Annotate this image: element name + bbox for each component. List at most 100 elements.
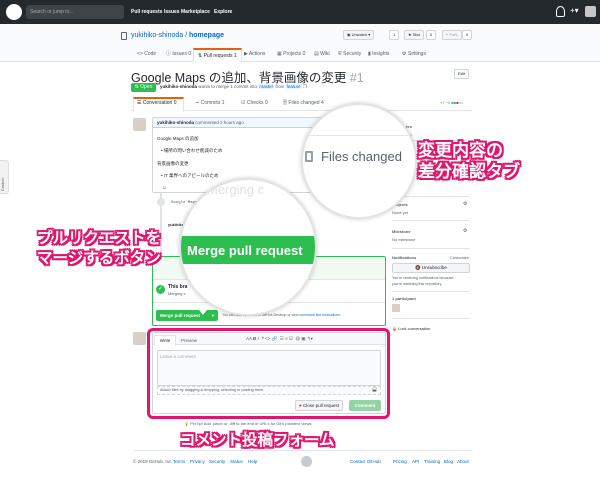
pr-tab-conversation[interactable]: ☰ Conversation 0	[137, 100, 177, 106]
footer-pricing[interactable]: Pricing	[393, 459, 407, 464]
head-branch[interactable]: feature	[285, 84, 302, 89]
tab-issues-label: Issues	[172, 51, 187, 57]
comment-author[interactable]: yukihiko-shinoda	[157, 120, 194, 125]
pr-tab-files-changed[interactable]: 🗎 Files changed 4	[283, 100, 324, 108]
pr-meta-text1: wants to merge 1 commit into	[198, 84, 258, 89]
emoji-reaction-icon[interactable]: ☺	[162, 185, 167, 191]
tab-issues[interactable]: ⓘ Issues 0	[162, 48, 195, 62]
lock-conversation[interactable]: 🔒 Lock conversation	[392, 326, 430, 331]
callout-files-line1: 変更内容の	[418, 141, 503, 160]
watch-count[interactable]: 1	[389, 30, 400, 40]
footer-terms[interactable]: Terms	[173, 459, 185, 464]
fork-button[interactable]: ⑂ Fork	[442, 30, 462, 40]
repo-icon	[121, 32, 127, 40]
bell-icon[interactable]	[556, 6, 565, 17]
participants-heading: 1 participant	[392, 296, 416, 301]
search-input[interactable]: Search or jump to...	[26, 5, 124, 19]
footer-training[interactable]: Training	[424, 459, 440, 464]
pr-meta-text2: from	[275, 84, 285, 89]
footer-copyright: © 2019 GitHub, Inc.	[133, 459, 173, 464]
unsubscribe-button[interactable]: 🔇 Unsubscribe	[392, 263, 470, 273]
commit-icon	[157, 198, 165, 206]
tab-wiki-label: Wiki	[320, 51, 330, 57]
pr-tab-checks-label: Checks	[246, 100, 264, 106]
mute-icon: 🔇	[415, 265, 422, 270]
star-count[interactable]: 0	[426, 30, 437, 40]
avatar[interactable]	[133, 332, 146, 345]
star-button[interactable]: ★ Star	[404, 30, 425, 40]
tab-actions[interactable]: ▶ Actions	[240, 48, 269, 62]
footer-security[interactable]: Security	[209, 459, 225, 464]
footer-help[interactable]: Help	[248, 459, 257, 464]
pr-tab-conversation-label: Conversation	[142, 100, 173, 106]
tab-projects-count: 0	[302, 51, 306, 57]
base-branch[interactable]: master	[258, 84, 275, 89]
branch-status-sub: Merging c	[168, 291, 186, 296]
tab-code[interactable]: <> Code	[133, 48, 160, 62]
footer-contact[interactable]: Contact GitHub	[350, 459, 381, 464]
customize-link[interactable]: Customize	[450, 255, 469, 260]
repo-name[interactable]: homepage	[189, 32, 224, 39]
pr-tab-checks[interactable]: ☑ Checks 0	[241, 100, 268, 106]
tab-pull-requests-label: Pull requests	[203, 53, 233, 59]
edit-button[interactable]: Edit	[454, 69, 469, 79]
nav-issues[interactable]: Issues	[164, 0, 180, 24]
fork-count[interactable]: 0	[462, 30, 473, 40]
side-tab-label: Octotree	[1, 177, 5, 191]
callout-merge: プルリクエストを マージするボタン	[37, 229, 161, 269]
footer-divider	[133, 450, 471, 451]
tab-wiki[interactable]: ▤ Wiki	[310, 48, 334, 62]
tab-code-label: Code	[144, 51, 157, 57]
footer-about[interactable]: About	[457, 459, 469, 464]
chevron-down-icon[interactable]: ▾	[212, 310, 214, 321]
footer-blog[interactable]: Blog	[444, 459, 453, 464]
github-mark-icon[interactable]	[301, 456, 312, 467]
zoom-faded-text: Merging c	[207, 182, 265, 197]
pr-tab-checks-count: 0	[264, 100, 268, 106]
zoom-merge-label: Merge pull request	[187, 243, 303, 258]
zoom-merge-button: Merging c Merge pull request	[179, 178, 317, 316]
nav-explore[interactable]: Explore	[214, 0, 232, 24]
tab-pull-requests[interactable]: ⇅ Pull requests 1	[193, 48, 242, 62]
gear-icon[interactable]: ⚙	[463, 228, 467, 234]
plus-icon[interactable]: +▾	[570, 5, 579, 17]
avatar[interactable]	[133, 118, 146, 131]
gear-icon[interactable]: ⚙	[463, 201, 467, 207]
copy-icon[interactable]: ❐	[303, 84, 307, 89]
zoom-files-label: Files changed	[321, 149, 402, 164]
footer-status[interactable]: Status	[230, 459, 243, 464]
tab-actions-label: Actions	[248, 51, 266, 57]
tab-settings-label: Settings	[407, 51, 426, 57]
status-badge: ⇅ Open	[131, 83, 156, 92]
tab-settings[interactable]: ⚙ Settings	[398, 48, 430, 62]
repo-owner[interactable]: yukihiko-shinoda	[131, 32, 183, 39]
github-logo-icon[interactable]	[6, 4, 22, 20]
pr-tab-conversation-count: 0	[173, 100, 177, 106]
tab-insights[interactable]: ▮ Insights	[364, 48, 393, 62]
pr-tab-commits[interactable]: ⊸ Commits 1	[195, 100, 225, 106]
pr-meta: yukihiko-shinoda wants to merge 1 commit…	[160, 84, 307, 90]
editor-highlight	[147, 328, 390, 419]
pr-author[interactable]: yukihiko-shinoda	[160, 84, 197, 89]
command-line-link[interactable]: command line instructions.	[300, 313, 341, 317]
avatar-icon[interactable]	[585, 6, 596, 17]
tab-projects[interactable]: ▦ Projects 0	[273, 48, 309, 62]
callout-files: 変更内容の 差分確認タブ	[418, 140, 520, 182]
repo-path[interactable]: yukihiko-shinoda / homepage	[131, 32, 224, 39]
pr-title: Google Maps の追加、背景画像の変更	[131, 71, 347, 85]
nav-pull-requests[interactable]: Pull requests	[131, 0, 162, 24]
comment-meta: yukihiko-shinoda commented 2 hours ago	[157, 120, 244, 125]
projects-value: None yet	[392, 210, 409, 215]
tab-insights-label: Insights	[372, 51, 390, 57]
participant-avatar[interactable]	[392, 304, 400, 312]
comment-heading2: 背景画像の変更	[157, 161, 189, 166]
tab-security[interactable]: ⛨ Security	[334, 48, 365, 62]
pr-tab-commits-count: 1	[221, 100, 225, 106]
pr-tab-files-changed-label: Files changed	[288, 100, 320, 106]
footer-api[interactable]: API	[412, 459, 419, 464]
watch-button[interactable]: ◉ Unwatch ▾	[343, 30, 375, 40]
milestone-heading[interactable]: Milestone	[392, 229, 410, 234]
footer-privacy[interactable]: Privacy	[190, 459, 205, 464]
nav-marketplace[interactable]: Marketplace	[181, 0, 210, 24]
comment-time: commented 2 hours ago	[195, 120, 244, 125]
